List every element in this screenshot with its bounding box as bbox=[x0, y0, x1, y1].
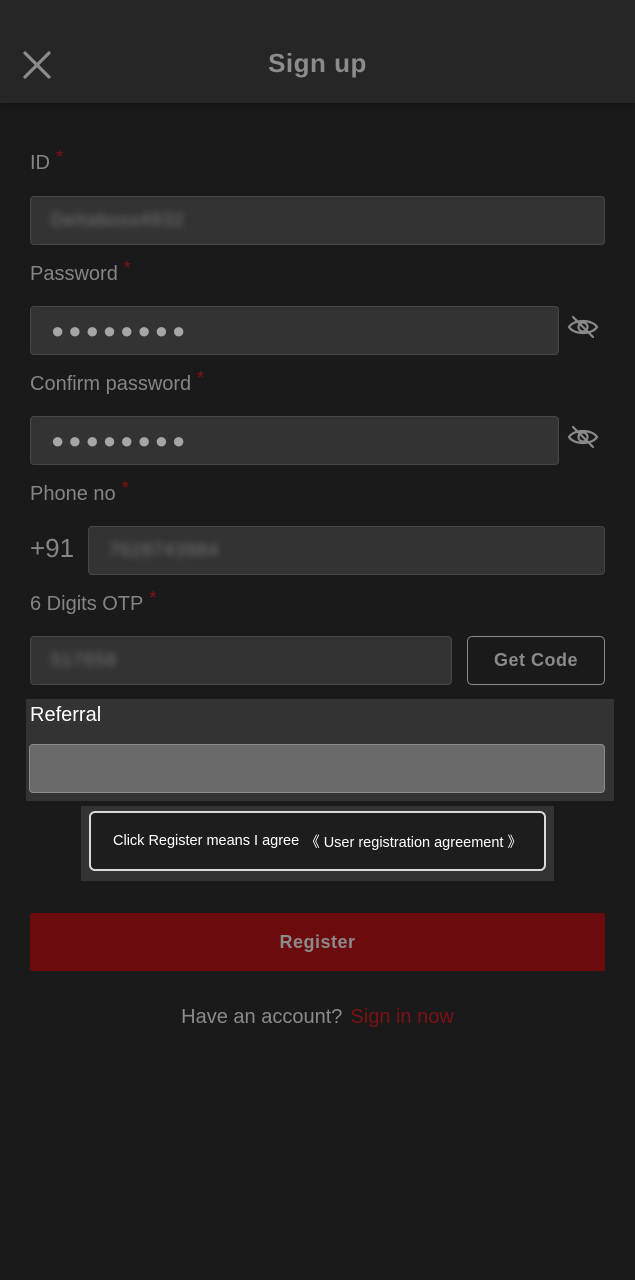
otp-label-text: 6 Digits OTP bbox=[30, 593, 144, 615]
confirm-password-value: ●●●●●●●● bbox=[51, 427, 190, 453]
password-input[interactable]: ●●●●●●●● bbox=[30, 306, 559, 355]
country-code: +91 bbox=[30, 533, 75, 563]
confirm-password-label-text: Confirm password bbox=[30, 373, 192, 395]
get-code-button[interactable]: Get Code bbox=[467, 636, 605, 685]
signin-link[interactable]: Sign in now bbox=[350, 1006, 453, 1028]
otp-value: 517658 bbox=[51, 650, 118, 670]
agreement-box: Click Register means I agree 《 User regi… bbox=[89, 811, 546, 871]
phone-value: 7628743984 bbox=[109, 540, 220, 560]
referral-section: Referral bbox=[26, 699, 614, 801]
agreement-link[interactable]: 《 User registration agreement 》 bbox=[305, 831, 522, 852]
account-prompt-row: Have an account? Sign in now bbox=[0, 1006, 635, 1029]
confirm-password-input[interactable]: ●●●●●●●● bbox=[30, 416, 559, 465]
confirm-password-label: Confirm password * bbox=[30, 368, 204, 396]
account-prompt: Have an account? bbox=[181, 1006, 343, 1028]
id-label-text: ID bbox=[30, 152, 50, 174]
eye-slash-icon[interactable] bbox=[567, 314, 599, 340]
register-button[interactable]: Register bbox=[30, 913, 605, 971]
referral-input[interactable] bbox=[29, 744, 605, 793]
otp-label: 6 Digits OTP * bbox=[30, 588, 156, 616]
required-mark: * bbox=[197, 368, 205, 388]
required-mark: * bbox=[56, 147, 64, 167]
phone-label-text: Phone no bbox=[30, 483, 116, 505]
required-mark: * bbox=[121, 478, 129, 498]
id-label: ID * bbox=[30, 147, 63, 175]
password-value: ●●●●●●●● bbox=[51, 317, 190, 343]
signup-page: Sign up ID * Deltaboss4932 Password * ●●●●… bbox=[0, 0, 635, 1280]
agreement-text: Click Register means I agree bbox=[113, 833, 300, 849]
password-label-text: Password bbox=[30, 263, 118, 285]
otp-input[interactable]: 517658 bbox=[30, 636, 452, 685]
eye-slash-icon[interactable] bbox=[567, 424, 599, 450]
referral-label: Referral bbox=[30, 704, 102, 726]
password-label: Password * bbox=[30, 258, 131, 286]
header-bar: Sign up bbox=[0, 0, 635, 103]
required-mark: * bbox=[149, 588, 157, 608]
id-value: Deltaboss4932 bbox=[51, 210, 185, 230]
page-title: Sign up bbox=[268, 48, 367, 78]
phone-label: Phone no * bbox=[30, 478, 129, 506]
phone-input[interactable]: 7628743984 bbox=[88, 526, 605, 575]
agreement-tooltip: Click Register means I agree 《 User regi… bbox=[81, 806, 554, 881]
required-mark: * bbox=[123, 258, 131, 278]
id-input[interactable]: Deltaboss4932 bbox=[30, 196, 605, 245]
